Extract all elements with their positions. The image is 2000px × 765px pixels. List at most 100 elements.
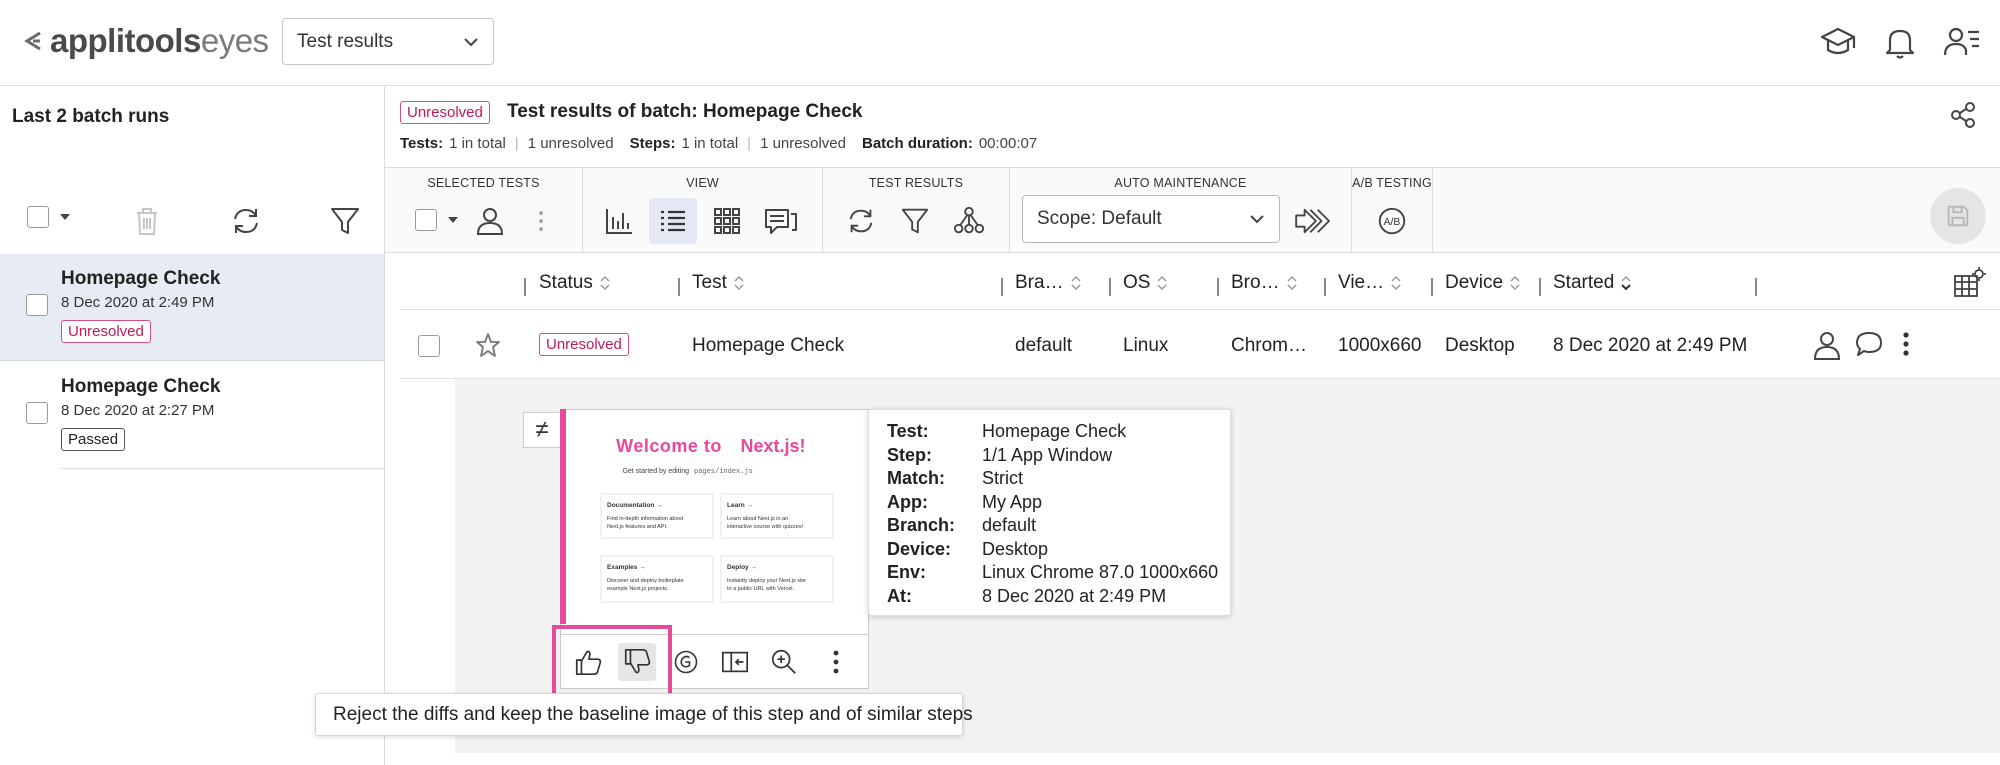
column-header-started[interactable]: Started — [1553, 272, 1632, 294]
scope-dropdown[interactable]: Scope: Default — [1022, 195, 1280, 243]
page-select-dropdown[interactable]: Test results — [282, 18, 494, 65]
info-label: Env: — [887, 562, 927, 582]
view-list-button[interactable] — [649, 198, 697, 244]
sort-icon — [1071, 275, 1081, 291]
column-settings-button[interactable] — [1953, 266, 1987, 300]
thumbnail-card-text: Instantly deploy your Next.js site — [727, 578, 806, 584]
zoom-button[interactable] — [765, 643, 803, 681]
test-results-group: TEST RESULTS — [823, 168, 1010, 252]
caret-down-icon[interactable] — [447, 216, 459, 224]
user-menu-icon[interactable] — [1942, 22, 1982, 62]
thumbnail-card-text: Learn about Next.js in an — [727, 516, 788, 522]
comments-view-icon — [765, 209, 797, 234]
hierarchy-icon — [953, 206, 985, 234]
row-more-button[interactable] — [1896, 329, 1916, 359]
accept-button[interactable] — [569, 643, 607, 681]
info-label: Match: — [887, 468, 945, 488]
cell-test[interactable]: Homepage Check — [692, 335, 844, 357]
view-summary-button[interactable] — [595, 198, 643, 244]
batch-item[interactable]: Homepage Check 8 Dec 2020 at 2:27 PM Pas… — [26, 362, 384, 469]
select-all-checkbox[interactable] — [27, 206, 49, 228]
step-screenshot-thumbnail[interactable]: Welcome to Next.js! Get started by editi… — [561, 410, 868, 634]
table-row[interactable]: Unresolved Homepage Check default Linux … — [400, 311, 2000, 379]
delete-batch-button[interactable] — [130, 204, 164, 238]
info-at: 8 Dec 2020 at 2:49 PM — [982, 585, 1167, 606]
thumbnail-card-text: Find in-depth information about — [607, 516, 684, 522]
fast-forward-icon — [1295, 208, 1330, 234]
thumbnail-card-text: Discover and deploy boilerplate — [607, 578, 684, 584]
select-all-batches[interactable] — [27, 206, 71, 228]
column-label: Started — [1553, 272, 1615, 293]
column-header-branch[interactable]: Bra… — [1015, 272, 1082, 294]
sort-icon — [1510, 275, 1520, 291]
svg-text:A/B: A/B — [1384, 217, 1401, 228]
select-all-tests[interactable] — [415, 209, 459, 231]
assign-user-button[interactable] — [466, 198, 514, 244]
logo-text-eyes: eyes — [200, 22, 269, 59]
more-vertical-icon — [1903, 332, 1909, 356]
batch-checkbox[interactable] — [26, 402, 48, 424]
column-header-device[interactable]: Device — [1445, 272, 1521, 294]
column-header-browser[interactable]: Bro… — [1231, 272, 1298, 294]
info-label: Test: — [887, 421, 929, 441]
save-button[interactable] — [1930, 188, 1986, 244]
step-more-button[interactable] — [817, 643, 855, 681]
column-header-viewport[interactable]: Vie… — [1338, 272, 1402, 294]
comment-button[interactable] — [1854, 329, 1884, 359]
selected-tests-group: SELECTED TESTS — [385, 168, 583, 252]
tutorials-icon[interactable] — [1818, 22, 1858, 62]
column-header-status[interactable]: Status — [539, 272, 611, 294]
favorite-button[interactable] — [474, 331, 502, 359]
share-button[interactable] — [1948, 100, 1978, 130]
applitools-logo-icon — [24, 31, 41, 51]
apply-maintenance-button[interactable] — [1290, 198, 1338, 244]
assign-user-button[interactable] — [1812, 329, 1842, 361]
batch-name: Homepage Check — [61, 268, 221, 289]
not-equal-toggle-button[interactable]: ≠ — [523, 412, 561, 448]
view-grid-button[interactable] — [703, 198, 751, 244]
batch-item[interactable]: Homepage Check 8 Dec 2020 at 2:49 PM Unr… — [0, 254, 384, 361]
auto-maintenance-group: AUTO MAINTENANCE Scope: Default — [1010, 168, 1352, 252]
batch-list-panel: Last 2 batch runs Homepage Check 8 Dec 2… — [0, 86, 385, 765]
batch-list-title: Last 2 batch runs — [12, 106, 170, 127]
cell-device: Desktop — [1445, 335, 1515, 356]
group-by-button[interactable] — [945, 198, 993, 244]
grid-icon — [714, 208, 740, 234]
refresh-batches-button[interactable] — [229, 204, 263, 238]
caret-down-icon[interactable] — [59, 213, 71, 221]
thumbnail-card-title: Examples → — [607, 564, 646, 571]
step-thumbnail-card[interactable]: Welcome to Next.js! Get started by editi… — [560, 409, 869, 689]
thumbnail-card-title: Deploy → — [727, 564, 757, 571]
more-options-button[interactable] — [517, 198, 565, 244]
info-label: Device: — [887, 538, 952, 559]
scope-value: Scope: Default — [1037, 208, 1162, 229]
applitools-logo[interactable]: applitools eyes — [22, 22, 269, 60]
row-checkbox[interactable] — [418, 335, 440, 357]
compare-baseline-button[interactable] — [716, 643, 754, 681]
group-label: VIEW — [686, 176, 719, 190]
sort-icon — [1391, 275, 1401, 291]
steps-label: Steps: — [629, 135, 676, 152]
ab-testing-button[interactable]: A/B — [1368, 198, 1416, 244]
info-test: Homepage Check — [982, 421, 1127, 441]
compare-icon — [721, 651, 749, 673]
remark-button[interactable] — [667, 643, 705, 681]
batch-status-badge: Unresolved — [400, 101, 490, 124]
column-header-test[interactable]: Test — [692, 272, 745, 294]
info-label: Branch: — [887, 515, 956, 535]
filter-results-button[interactable] — [891, 198, 939, 244]
view-group: VIEW — [583, 168, 823, 252]
view-details-button[interactable] — [757, 198, 805, 244]
filter-icon — [331, 208, 359, 234]
info-label: App: — [887, 491, 928, 512]
bell-icon[interactable] — [1880, 22, 1920, 62]
reject-button[interactable] — [618, 643, 656, 681]
results-table-header: Status Test Bra… OS Bro… Vie… Device Sta… — [400, 254, 2000, 310]
batch-checkbox[interactable] — [26, 294, 48, 316]
column-header-os[interactable]: OS — [1123, 272, 1168, 294]
select-all-tests-checkbox[interactable] — [415, 209, 437, 231]
thumbnail-card-text: to a public URL with Vercel. — [727, 586, 795, 592]
refresh-results-button[interactable] — [837, 198, 885, 244]
filter-batches-button[interactable] — [328, 204, 362, 238]
thumbnail-code: pages/index.js — [694, 468, 753, 476]
